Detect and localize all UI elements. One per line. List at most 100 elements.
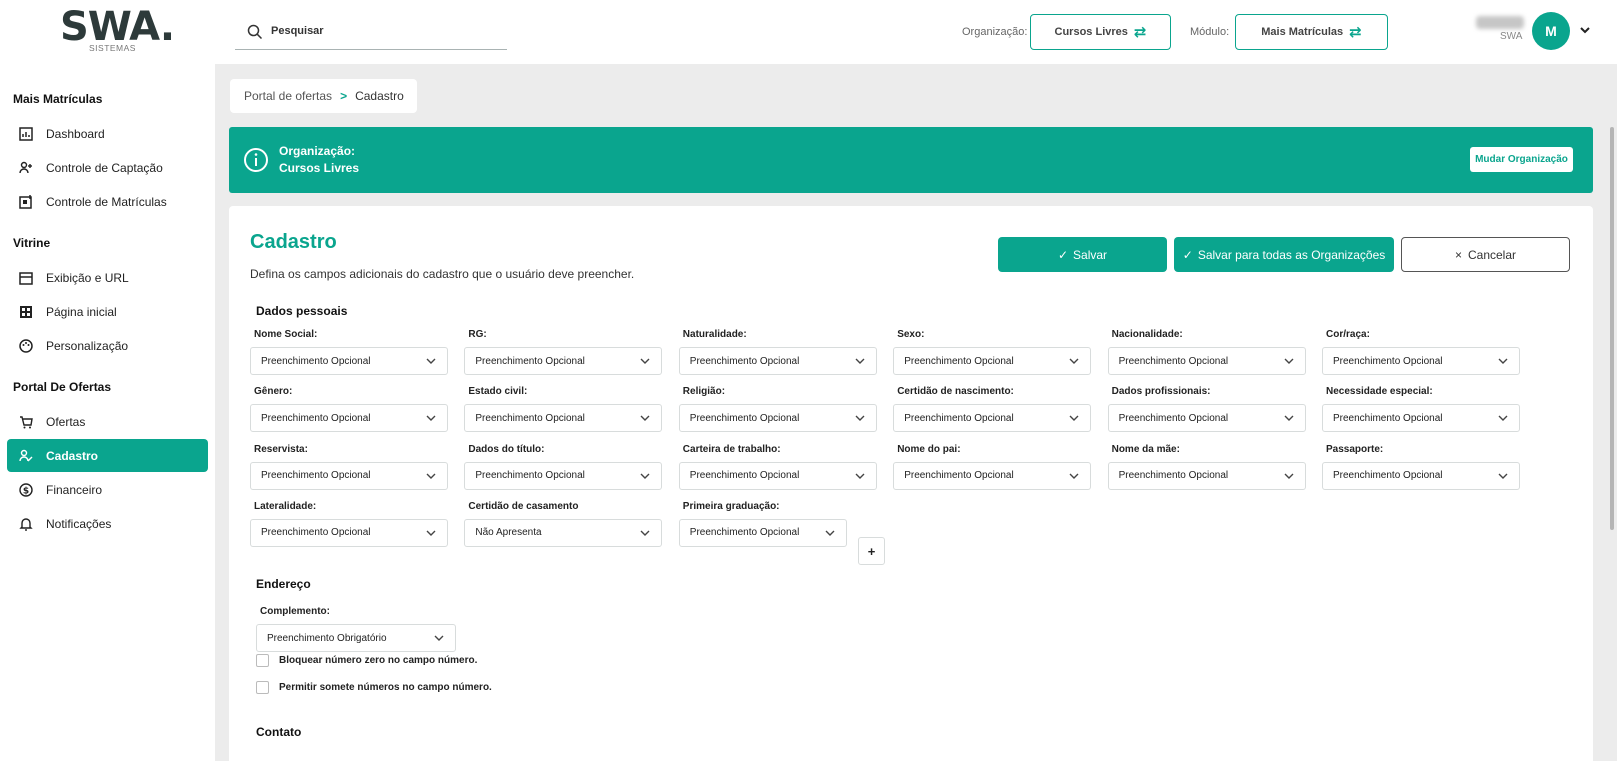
field-select[interactable]: Preenchimento Opcional bbox=[893, 461, 1092, 490]
form-field: Certidão de casamento Não Apresenta bbox=[464, 501, 663, 547]
section-title-contato: Contato bbox=[256, 725, 302, 739]
field-select[interactable]: Preenchimento Opcional bbox=[464, 347, 663, 375]
checkbox[interactable] bbox=[256, 681, 269, 694]
save-button[interactable]: ✓ Salvar bbox=[998, 237, 1167, 272]
field-label: Dados do título: bbox=[468, 443, 545, 455]
select-value: Preenchimento Opcional bbox=[1333, 470, 1443, 482]
field-select[interactable]: Preenchimento Opcional bbox=[678, 347, 877, 375]
field-label: Certidão de nascimento: bbox=[897, 386, 1014, 398]
cadastro-card: Cadastro Defina os campos adicionais do … bbox=[229, 206, 1593, 761]
field-select[interactable]: Não Apresenta bbox=[464, 518, 663, 547]
scrollbar[interactable] bbox=[1610, 127, 1614, 530]
form-field: Carteira de trabalho: Preenchimento Opcio… bbox=[678, 444, 877, 490]
breadcrumb-parent-link[interactable]: Portal de ofertas bbox=[244, 89, 332, 103]
save-all-label: Salvar para todas as Organizações bbox=[1197, 247, 1386, 262]
sidebar-item-label: Financeiro bbox=[46, 482, 103, 497]
chevron-down-icon bbox=[1498, 358, 1508, 364]
select-value: Preenchimento Opcional bbox=[689, 470, 800, 482]
sidebar-item-financeiro[interactable]: $ Financeiro bbox=[7, 473, 208, 506]
block-zero-number-option[interactable]: Bloquear número zero no campo número. bbox=[256, 654, 477, 667]
sidebar-item-personalizacao[interactable]: Personalização bbox=[7, 329, 208, 362]
select-value: Preenchimento Opcional bbox=[475, 470, 585, 482]
field-select[interactable]: Preenchimento Opcional bbox=[1322, 347, 1520, 375]
close-icon: × bbox=[1454, 247, 1462, 262]
sidebar-item-controle-captacao[interactable]: Controle de Captação bbox=[7, 151, 208, 184]
complemento-select[interactable]: Preenchimento Obrigatório bbox=[256, 624, 456, 652]
swa-logo[interactable]: SWA. SISTEMAS bbox=[60, 4, 175, 53]
field-select[interactable]: Preenchimento Opcional bbox=[678, 461, 877, 490]
avatar[interactable]: M bbox=[1532, 12, 1570, 50]
sidebar-section-title: Vitrine bbox=[13, 236, 51, 250]
sidebar-item-dashboard[interactable]: Dashboard bbox=[7, 117, 208, 150]
form-field: Dados do título: Preenchimento Opcional bbox=[464, 443, 663, 490]
user-edit-icon bbox=[18, 448, 34, 464]
field-select[interactable]: Preenchimento Opcional bbox=[250, 518, 448, 547]
save-all-organizations-button[interactable]: ✓ Salvar para todas as Organizações bbox=[1174, 237, 1394, 272]
form-field: Lateralidade: Preenchimento Opcional bbox=[250, 501, 448, 547]
svg-text:$: $ bbox=[23, 486, 29, 496]
search-input[interactable]: Pesquisar bbox=[235, 16, 507, 50]
select-value: Preenchimento Opcional bbox=[689, 355, 800, 367]
field-select[interactable]: Preenchimento Opcional bbox=[1107, 404, 1306, 433]
add-graduation-button[interactable]: + bbox=[858, 537, 885, 565]
user-plus-icon bbox=[18, 160, 34, 176]
field-label: RG: bbox=[468, 329, 487, 340]
sidebar-item-notificacoes[interactable]: Notificações bbox=[7, 507, 208, 540]
cart-icon bbox=[18, 414, 34, 430]
field-select[interactable]: Preenchimento Opcional bbox=[1322, 404, 1520, 433]
palette-icon bbox=[18, 338, 34, 354]
sidebar-item-ofertas[interactable]: Ofertas bbox=[7, 405, 208, 438]
field-select[interactable]: Preenchimento Opcional bbox=[464, 404, 663, 433]
select-value: Não Apresenta bbox=[475, 527, 542, 539]
field-select[interactable]: Preenchimento Opcional bbox=[250, 347, 448, 375]
cancel-button[interactable]: × Cancelar bbox=[1401, 237, 1570, 272]
select-value: Preenchimento Opcional bbox=[904, 470, 1014, 482]
field-select[interactable]: Preenchimento Opcional bbox=[893, 347, 1092, 375]
form-field: Religião: Preenchimento Opcional bbox=[678, 386, 877, 433]
field-label: Primeira graduação: bbox=[682, 500, 780, 512]
avatar-initial: M bbox=[1545, 23, 1557, 39]
field-select[interactable]: Preenchimento Opcional bbox=[464, 461, 663, 490]
field-select[interactable]: Preenchimento Opcional bbox=[678, 518, 847, 547]
breadcrumb-current: Cadastro bbox=[355, 89, 404, 103]
double-check-icon: ✓ bbox=[1182, 247, 1193, 262]
field-label: Passaporte: bbox=[1326, 443, 1384, 455]
field-label: Religião: bbox=[682, 386, 726, 398]
field-select[interactable]: Preenchimento Opcional bbox=[1322, 461, 1520, 490]
banner-organization: Cursos Livres bbox=[279, 161, 360, 175]
banner-title: Organização: bbox=[279, 144, 356, 158]
select-value: Preenchimento Obrigatório bbox=[267, 632, 387, 644]
checkbox[interactable] bbox=[256, 654, 269, 667]
select-value: Preenchimento Opcional bbox=[1118, 355, 1229, 367]
sidebar-item-controle-matriculas[interactable]: Controle de Matrículas bbox=[7, 185, 208, 218]
select-value: Preenchimento Opcional bbox=[1118, 470, 1229, 482]
sidebar-item-exibicao-url[interactable]: Exibição e URL bbox=[7, 261, 208, 294]
page-subtitle: Defina os campos adicionais do cadastro … bbox=[250, 267, 635, 281]
field-select[interactable]: Preenchimento Opcional bbox=[893, 404, 1092, 433]
numbers-only-option[interactable]: Permitir somete números no campo número. bbox=[256, 681, 492, 694]
change-organization-button[interactable]: Mudar Organização bbox=[1470, 147, 1573, 172]
field-label: Nome da mãe: bbox=[1111, 443, 1180, 455]
field-select[interactable]: Preenchimento Opcional bbox=[678, 404, 877, 433]
chevron-down-icon bbox=[1069, 473, 1079, 479]
chart-box-icon bbox=[18, 126, 34, 142]
module-switch-button[interactable]: Mais Matrículas ⇄ bbox=[1235, 14, 1388, 50]
sidebar-item-pagina-inicial[interactable]: Página inicial bbox=[7, 295, 208, 328]
field-label: Dados profissionais: bbox=[1111, 386, 1211, 398]
form-field: Cor/raça: Preenchimento Opcional bbox=[1322, 329, 1520, 375]
field-select[interactable]: Preenchimento Opcional bbox=[1107, 461, 1306, 490]
form-field: Nome do pai: Preenchimento Opcional bbox=[893, 444, 1092, 490]
chevron-down-icon bbox=[640, 473, 650, 479]
field-select[interactable]: Preenchimento Opcional bbox=[250, 461, 448, 490]
organization-switch-button[interactable]: Cursos Livres ⇄ bbox=[1030, 14, 1171, 50]
form-field: Sexo: Preenchimento Opcional bbox=[893, 329, 1092, 375]
module-label: Módulo: bbox=[1190, 26, 1230, 38]
field-select[interactable]: Preenchimento Opcional bbox=[1107, 347, 1306, 375]
select-value: Preenchimento Opcional bbox=[475, 355, 585, 367]
sidebar-item-cadastro[interactable]: Cadastro bbox=[7, 439, 208, 472]
swap-icon: ⇄ bbox=[1349, 24, 1362, 41]
field-select[interactable]: Preenchimento Opcional bbox=[250, 404, 448, 433]
section-title-dados-pessoais: Dados pessoais bbox=[256, 304, 348, 318]
chevron-down-icon[interactable] bbox=[1578, 23, 1592, 37]
organization-label: Organização: bbox=[962, 26, 1028, 38]
